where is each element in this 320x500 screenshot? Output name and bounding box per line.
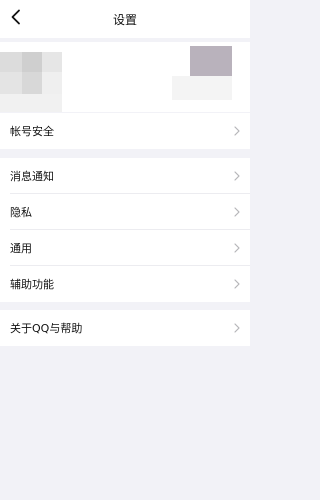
settings-item-notifications[interactable]: 消息通知 bbox=[0, 158, 250, 194]
chevron-right-icon bbox=[234, 126, 240, 136]
settings-item-general[interactable]: 通用 bbox=[0, 230, 250, 266]
settings-screen: 设置 帐号安全 消息通知 隐私 通用 辅助功能 关于QQ与帮助 bbox=[0, 0, 250, 500]
settings-item-accessibility[interactable]: 辅助功能 bbox=[0, 266, 250, 302]
chevron-right-icon bbox=[234, 207, 240, 217]
chevron-right-icon bbox=[234, 171, 240, 181]
avatar bbox=[0, 52, 22, 72]
page-title: 设置 bbox=[112, 13, 137, 27]
nav-header: 设置 bbox=[0, 0, 250, 38]
chevron-right-icon bbox=[234, 323, 240, 333]
chevron-right-icon bbox=[234, 243, 240, 253]
settings-item-about-help[interactable]: 关于QQ与帮助 bbox=[0, 310, 250, 346]
qr-code-icon bbox=[190, 46, 232, 76]
settings-item-privacy[interactable]: 隐私 bbox=[0, 194, 250, 230]
settings-item-account-security[interactable]: 帐号安全 bbox=[0, 113, 250, 149]
chevron-right-icon bbox=[234, 279, 240, 289]
profile-card[interactable] bbox=[0, 42, 250, 112]
